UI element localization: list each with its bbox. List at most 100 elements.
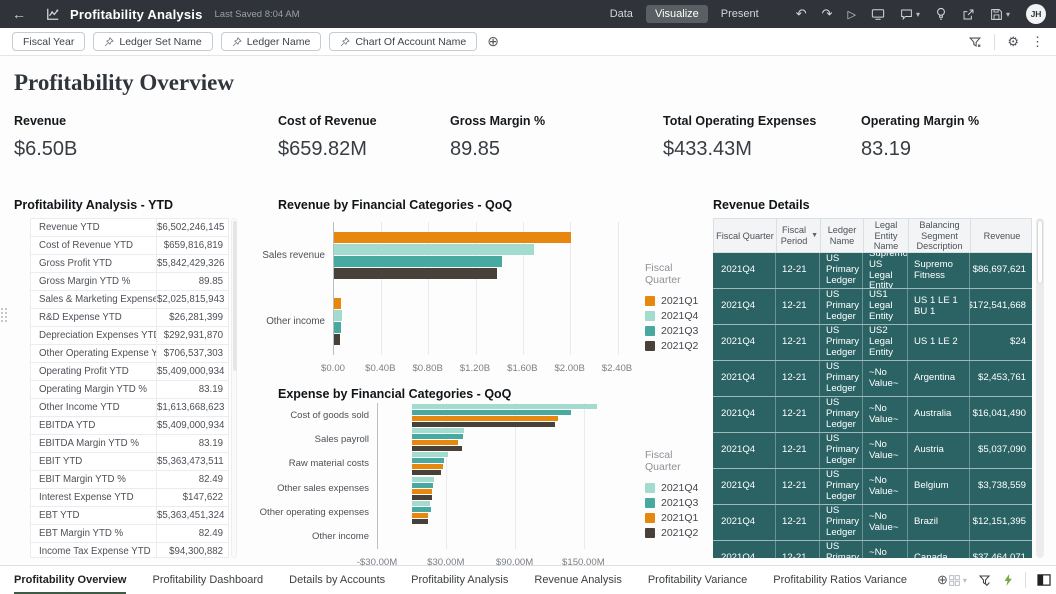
legend-item-2021Q2[interactable]: 2021Q2 xyxy=(645,525,702,540)
ytd-table-row[interactable]: EBITDA YTD$5,409,000,934 xyxy=(31,417,228,435)
back-icon[interactable]: ← xyxy=(6,0,32,28)
legend-item-2021Q1[interactable]: 2021Q1 xyxy=(645,293,702,308)
bar-2021Q2-cost-of-goods-sold[interactable] xyxy=(412,422,554,427)
bar-2021Q4-cost-of-goods-sold[interactable] xyxy=(412,404,597,409)
kpi-total-operating-expenses[interactable]: Total Operating Expenses$433.43M xyxy=(663,114,816,161)
undo-icon[interactable]: ↶ xyxy=(796,6,807,22)
ytd-table-row[interactable]: Interest Expense YTD$147,622 xyxy=(31,489,228,507)
bar-2021Q1-raw-material-costs[interactable] xyxy=(412,464,443,469)
kpi-operating-margin-[interactable]: Operating Margin %83.19 xyxy=(861,114,979,161)
comment-icon[interactable]: ▾ xyxy=(900,8,920,21)
details-table-row[interactable]: 2021Q412-21US Primary LedgerSupremo US L… xyxy=(713,253,1032,289)
bar-2021Q2-other-income[interactable] xyxy=(334,334,340,345)
spark-icon[interactable] xyxy=(1002,573,1014,587)
bar-2021Q2-other-operating-expenses[interactable] xyxy=(412,519,428,524)
add-filter-icon[interactable]: ⊕ xyxy=(487,33,499,50)
settings-icon[interactable]: ⚙ xyxy=(1007,34,1019,50)
bar-2021Q4-other-sales-expenses[interactable] xyxy=(412,477,434,482)
bar-2021Q1-other-operating-expenses[interactable] xyxy=(412,513,428,518)
redo-icon[interactable]: ↷ xyxy=(822,6,833,22)
bar-2021Q3-other-sales-expenses[interactable] xyxy=(412,483,433,488)
ytd-table-row[interactable]: Depreciation Expenses YTD$292,931,870 xyxy=(31,327,228,345)
ytd-table-row[interactable]: Operating Profit YTD$5,409,000,934 xyxy=(31,363,228,381)
bar-2021Q2-other-sales-expenses[interactable] xyxy=(412,495,431,500)
ytd-table-row[interactable]: EBITDA Margin YTD %83.19 xyxy=(31,435,228,453)
legend-item-2021Q1[interactable]: 2021Q1 xyxy=(645,510,702,525)
bar-2021Q1-other-sales-expenses[interactable] xyxy=(412,489,431,494)
column-header-ledger-name[interactable]: Ledger Name xyxy=(821,219,864,253)
kpi-gross-margin-[interactable]: Gross Margin %89.85 xyxy=(450,114,545,161)
panel-drag-handle[interactable] xyxy=(1,308,9,330)
bar-2021Q4-sales-payroll[interactable] xyxy=(412,428,464,433)
bar-2021Q3-raw-material-costs[interactable] xyxy=(412,458,444,463)
details-table-row[interactable]: 2021Q412-21US Primary LedgerUS2 Legal En… xyxy=(713,325,1032,361)
legend-item-2021Q4[interactable]: 2021Q4 xyxy=(645,308,702,323)
bar-2021Q1-cost-of-goods-sold[interactable] xyxy=(412,416,558,421)
column-header-fiscal-period[interactable]: Fiscal Period▼ xyxy=(777,219,821,253)
ytd-table-row[interactable]: EBT Margin YTD %82.49 xyxy=(31,525,228,543)
ytd-table-row[interactable]: Revenue YTD$6,502,246,145 xyxy=(31,219,228,237)
kebab-menu-icon[interactable]: ⋮ xyxy=(1031,34,1044,50)
column-header-fiscal-quarter[interactable]: Fiscal Quarter xyxy=(714,219,777,253)
details-table-row[interactable]: 2021Q412-21US Primary Ledger~No Value~Be… xyxy=(713,469,1032,505)
ytd-table-row[interactable]: EBT YTD$5,363,451,324 xyxy=(31,507,228,525)
limit-values-filter-icon[interactable] xyxy=(968,35,982,49)
bar-2021Q1-other-income[interactable] xyxy=(334,298,341,309)
add-canvas-icon[interactable]: ⊕ xyxy=(937,572,948,588)
preview-canvas-icon[interactable] xyxy=(871,8,885,21)
canvas-tab-profitability-dashboard[interactable]: Profitability Dashboard xyxy=(152,566,263,594)
legend-item-2021Q3[interactable]: 2021Q3 xyxy=(645,323,702,338)
details-table-row[interactable]: 2021Q412-21US Primary LedgerUS1 Legal En… xyxy=(713,289,1032,325)
ytd-table-row[interactable]: Other Operating Expense YTD$706,537,303 xyxy=(31,345,228,363)
details-table-row[interactable]: 2021Q412-21US Primary Ledger~No Value~Br… xyxy=(713,505,1032,541)
canvas-tab-profitability-analysis[interactable]: Profitability Analysis xyxy=(411,566,508,594)
bar-2021Q2-sales-payroll[interactable] xyxy=(412,446,461,451)
layout-left-icon[interactable] xyxy=(1037,574,1051,586)
ytd-table-row[interactable]: Cost of Revenue YTD$659,816,819 xyxy=(31,237,228,255)
bar-2021Q3-sales-payroll[interactable] xyxy=(412,434,462,439)
ytd-table-row[interactable]: EBIT YTD$5,363,473,511 xyxy=(31,453,228,471)
ytd-table-row[interactable]: Operating Margin YTD %83.19 xyxy=(31,381,228,399)
column-header-revenue[interactable]: Revenue xyxy=(971,219,1032,253)
mode-tab-visualize[interactable]: Visualize xyxy=(646,5,708,23)
column-header-balancing-segment-description[interactable]: Balancing Segment Description xyxy=(909,219,971,253)
mode-tab-present[interactable]: Present xyxy=(712,5,768,23)
filter-pill-ledger-name[interactable]: Ledger Name xyxy=(221,32,322,51)
details-table-row[interactable]: 2021Q412-21US Primary Ledger~No Value~Au… xyxy=(713,433,1032,469)
bar-2021Q4-other-income[interactable] xyxy=(334,310,342,321)
legend-item-2021Q4[interactable]: 2021Q4 xyxy=(645,480,702,495)
bar-2021Q4-sales-revenue[interactable] xyxy=(334,244,534,255)
bar-2021Q3-other-operating-expenses[interactable] xyxy=(412,507,430,512)
canvas-tab-profitability-variance[interactable]: Profitability Variance xyxy=(648,566,747,594)
play-icon[interactable]: ▷ xyxy=(848,8,856,21)
filter-pill-fiscal-year[interactable]: Fiscal Year xyxy=(12,32,85,51)
legend-item-2021Q2[interactable]: 2021Q2 xyxy=(645,338,702,353)
ytd-table-row[interactable]: EBIT Margin YTD %82.49 xyxy=(31,471,228,489)
bar-2021Q4-raw-material-costs[interactable] xyxy=(412,452,448,457)
mode-tab-data[interactable]: Data xyxy=(601,5,642,23)
save-icon[interactable]: ▾ xyxy=(990,8,1010,21)
bar-2021Q1-sales-payroll[interactable] xyxy=(412,440,458,445)
ytd-table-row[interactable]: Gross Margin YTD %89.85 xyxy=(31,273,228,291)
canvas-tab-profitability-overview[interactable]: Profitability Overview xyxy=(14,566,126,594)
legend-item-2021Q3[interactable]: 2021Q3 xyxy=(645,495,702,510)
filter-pill-chart-of-account-name[interactable]: Chart Of Account Name xyxy=(329,32,477,51)
canvas-tab-profitability-ratios-variance[interactable]: Profitability Ratios Variance xyxy=(773,566,907,594)
canvas-tab-revenue-analysis[interactable]: Revenue Analysis xyxy=(534,566,621,594)
bar-2021Q2-raw-material-costs[interactable] xyxy=(412,470,441,475)
filter-pill-ledger-set-name[interactable]: Ledger Set Name xyxy=(93,32,212,51)
bar-2021Q4-other-operating-expenses[interactable] xyxy=(412,501,429,506)
ytd-table-row[interactable]: Other Income YTD$1,613,668,623 xyxy=(31,399,228,417)
details-table-row[interactable]: 2021Q412-21US Primary Ledger~No Value~Au… xyxy=(713,397,1032,433)
ytd-table-row[interactable]: Gross Profit YTD$5,842,429,326 xyxy=(31,255,228,273)
bar-2021Q3-cost-of-goods-sold[interactable] xyxy=(412,410,570,415)
bar-2021Q3-other-income[interactable] xyxy=(334,322,341,333)
bar-2021Q2-sales-revenue[interactable] xyxy=(334,268,497,279)
kpi-revenue[interactable]: Revenue$6.50B xyxy=(14,114,77,161)
ytd-scrollbar[interactable] xyxy=(231,218,237,558)
details-table-row[interactable]: 2021Q412-21US Primary Ledger~No Value~Ca… xyxy=(713,541,1032,558)
canvas-tab-details-by-accounts[interactable]: Details by Accounts xyxy=(289,566,385,594)
details-table-row[interactable]: 2021Q412-21US Primary Ledger~No Value~Ar… xyxy=(713,361,1032,397)
kpi-cost-of-revenue[interactable]: Cost of Revenue$659.82M xyxy=(278,114,377,161)
filter-badge-icon[interactable] xyxy=(978,574,991,587)
